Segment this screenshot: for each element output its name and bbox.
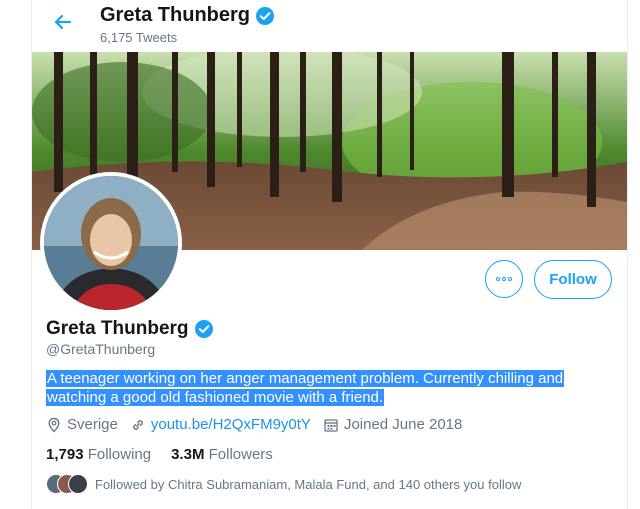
following-stat[interactable]: 1,793 Following [46, 446, 151, 463]
verified-badge-icon [256, 6, 275, 25]
header-name-text: Greta Thunberg [100, 4, 251, 26]
avatar [68, 474, 88, 494]
calendar-icon [324, 418, 338, 432]
profile-meta: Sverige youtu.be/H2QxFM9y0tY Joined June… [46, 416, 474, 433]
more-options-icon [496, 277, 500, 281]
header-title: Greta Thunberg [100, 4, 275, 27]
right-border [627, 0, 628, 509]
followed-by-text: Followed by Chitra Subramaniam, Malala F… [95, 476, 522, 492]
followers-count: 3.3M [171, 446, 205, 463]
more-options-button[interactable] [485, 260, 523, 298]
back-button[interactable] [48, 8, 76, 36]
joined-item: Joined June 2018 [323, 416, 462, 433]
joined-text: Joined June 2018 [343, 416, 463, 433]
bio-line-1: A teenager working on her anger manageme… [46, 370, 565, 387]
location-pin-icon [48, 417, 60, 433]
followers-stat[interactable]: 3.3M Followers [171, 446, 273, 463]
website-link[interactable]: youtu.be/H2QxFM9y0tY [151, 416, 311, 433]
profile-name: Greta Thunberg [46, 318, 214, 340]
website-item: youtu.be/H2QxFM9y0tY [130, 416, 311, 433]
followers-label: Followers [208, 446, 273, 463]
tweet-count: 6,175 Tweets [100, 30, 178, 45]
arrow-left-icon [54, 14, 72, 30]
more-options-dot [502, 277, 506, 281]
followed-by-avatars [46, 474, 88, 494]
following-count: 1,793 [46, 446, 84, 463]
profile-handle: @GretaThunberg [46, 341, 156, 357]
following-label: Following [87, 446, 152, 463]
profile-name-text: Greta Thunberg [46, 318, 189, 339]
follow-button[interactable]: Follow [534, 260, 612, 299]
location-text: Sverige [67, 416, 118, 433]
followed-by-row[interactable]: Followed by Chitra Subramaniam, Malala F… [46, 474, 521, 494]
profile-header-bar: Greta Thunberg 6,175 Tweets [32, 0, 627, 52]
bio-line-2: watching a good old fashioned movie with… [46, 389, 385, 406]
link-icon [132, 419, 143, 430]
follow-stats: 1,793 Following 3.3M Followers [46, 446, 293, 463]
location-item: Sverige [46, 416, 118, 433]
avatar-photo [44, 176, 178, 310]
verified-badge-icon [194, 320, 213, 338]
profile-bio: A teenager working on her anger manageme… [46, 369, 591, 407]
more-options-dot [508, 277, 512, 281]
profile-avatar[interactable] [40, 172, 182, 314]
